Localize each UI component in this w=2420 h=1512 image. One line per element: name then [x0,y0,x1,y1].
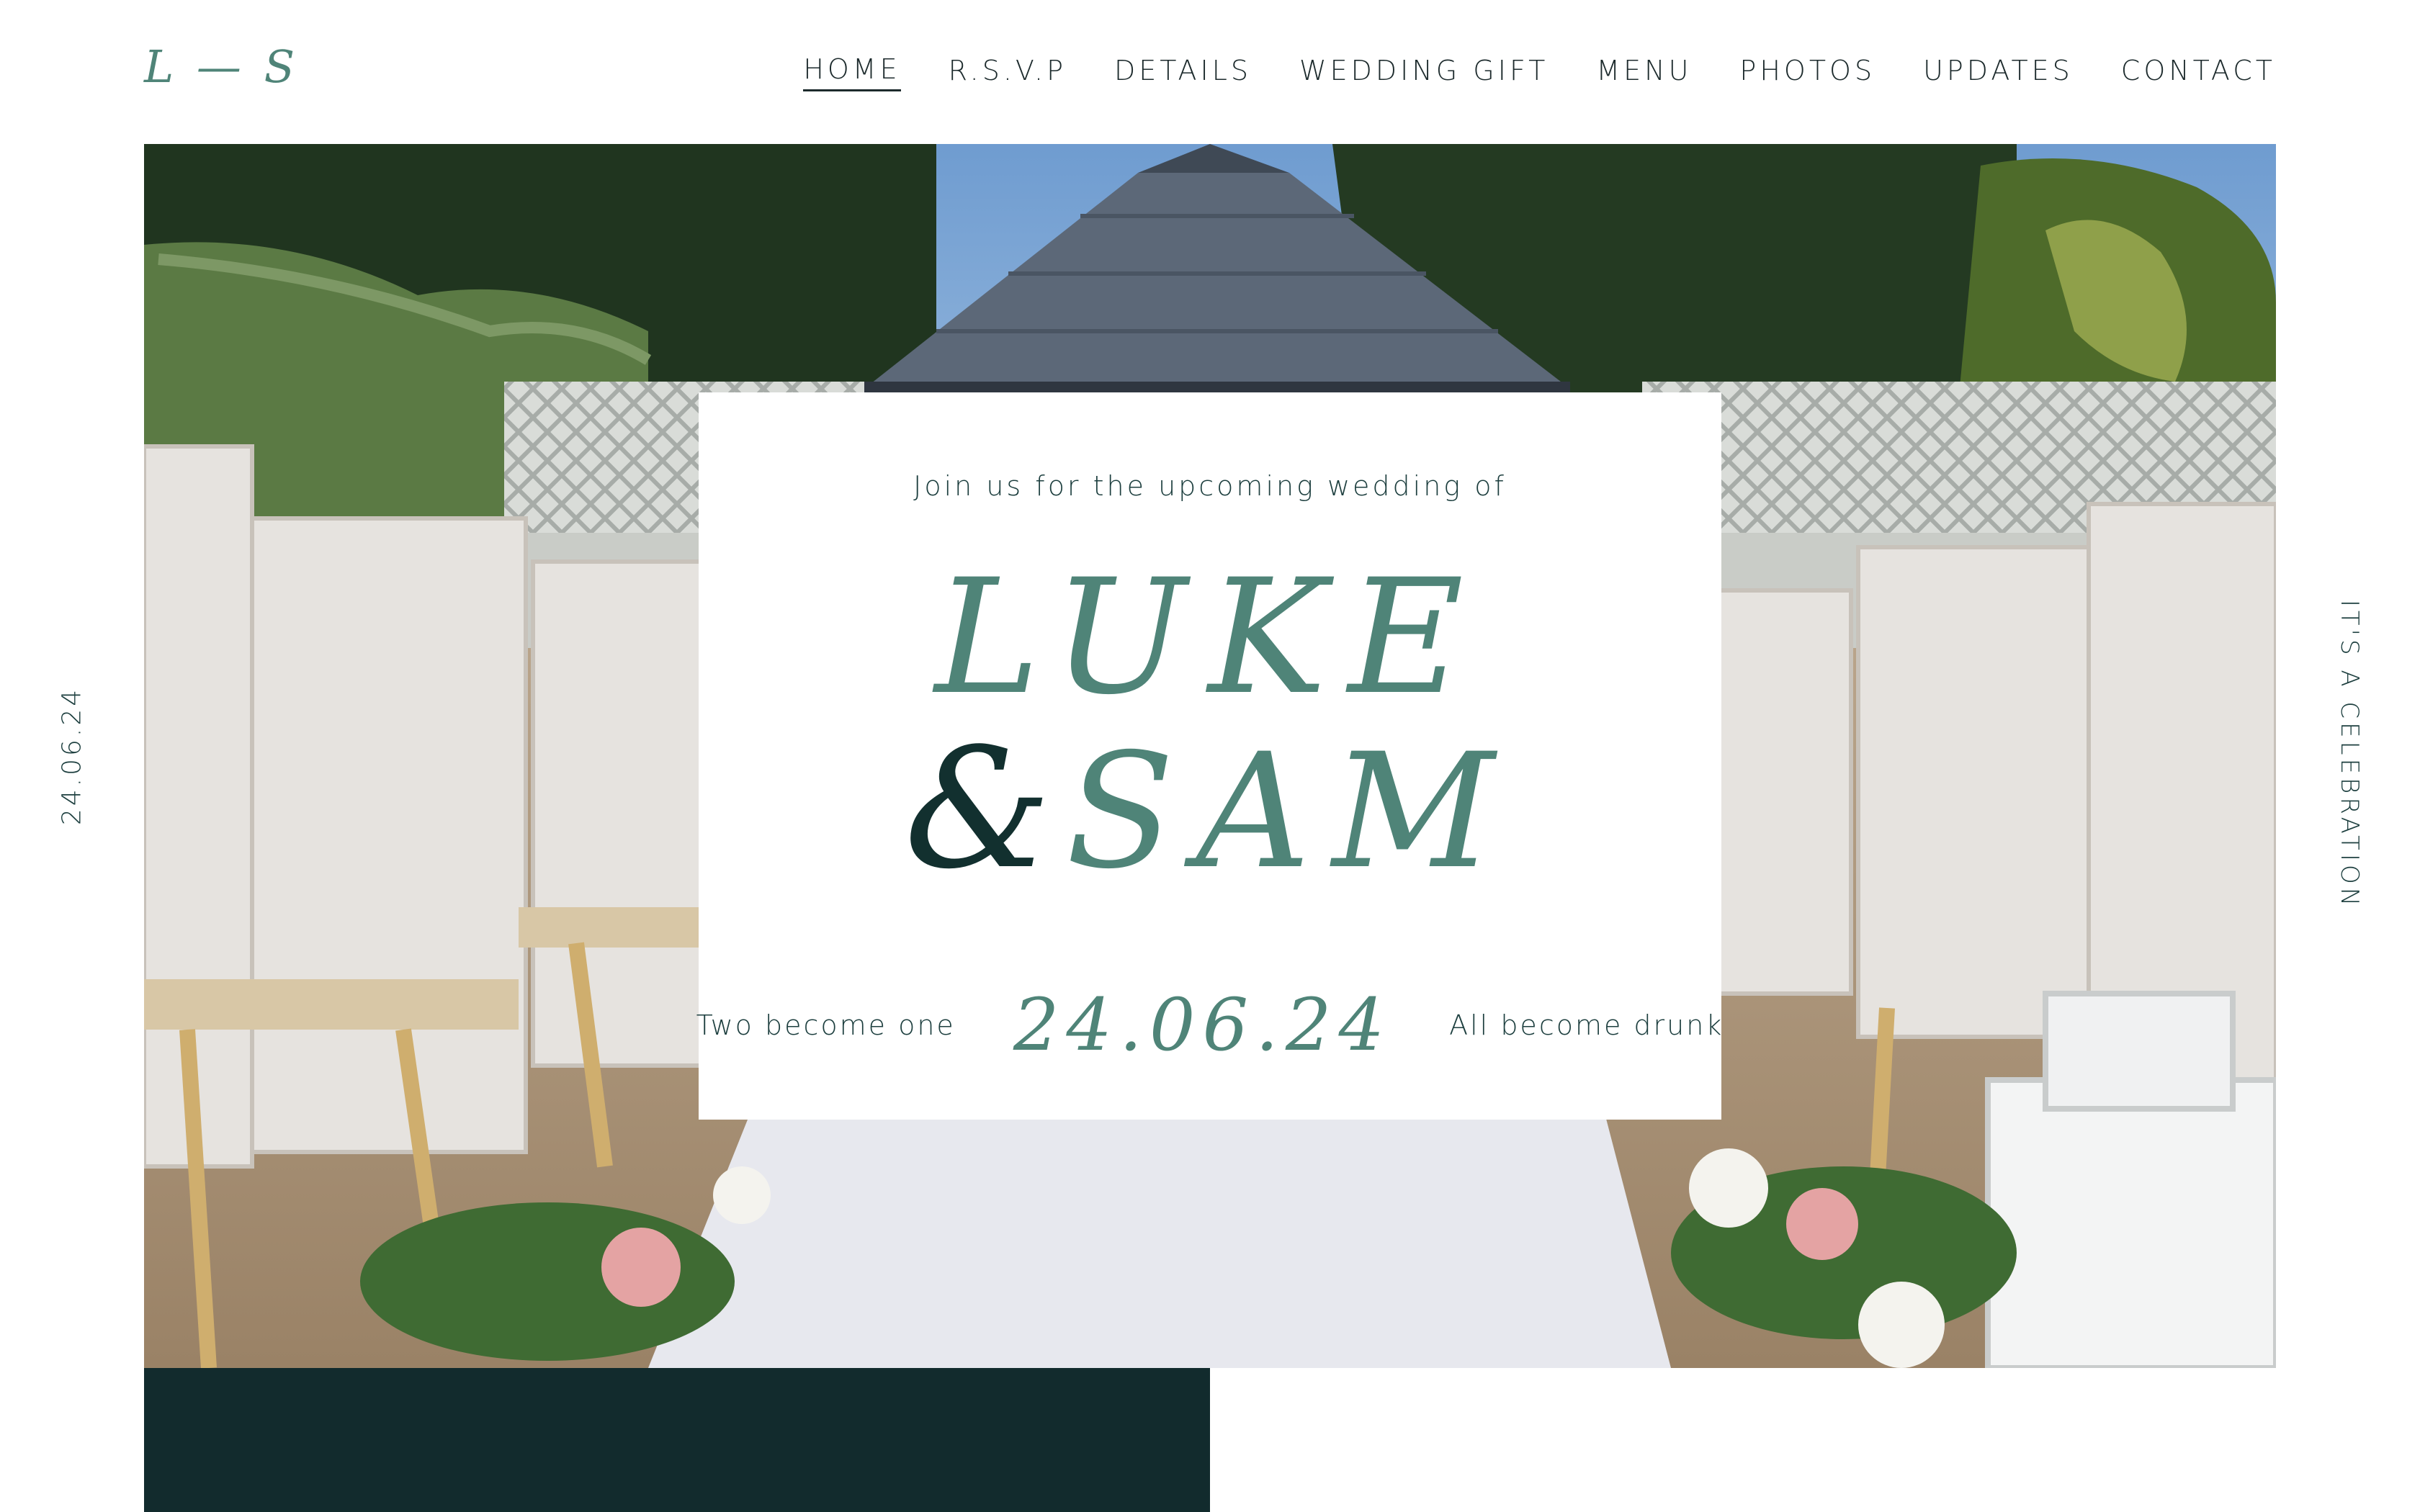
date-line: Two become one 24.06.24 All become drunk [696,983,1724,1067]
nav-photos[interactable]: PHOTOS [1739,55,1876,91]
partner-name: SAM [1065,719,1516,904]
tagline-right: All become drunk [1449,1009,1724,1041]
groom-name: LUKE [934,545,1486,729]
nav-wedding-gift[interactable]: WEDDING GIFT [1299,55,1549,91]
invitation-card: Join us for the upcoming wedding of LUKE… [696,392,1724,1120]
second-name-line: & SAM [699,727,1721,893]
invitation-intro: Join us for the upcoming wedding of [913,470,1507,502]
nav-updates[interactable]: UPDATES [1923,55,2074,91]
nav-menu[interactable]: MENU [1596,55,1692,91]
nav-home[interactable]: HOME [803,53,901,91]
tagline-left: Two become one [696,1009,956,1041]
dark-section-block [144,1368,1210,1512]
nav-rsvp[interactable]: R.S.V.P [949,55,1067,91]
ampersand: & [904,714,1052,906]
side-date-label: 24.06.24 [57,686,87,826]
wedding-date: 24.06.24 [1013,983,1392,1067]
main-nav: HOME R.S.V.P DETAILS WEDDING GIFT MENU P… [803,53,2276,91]
nav-contact[interactable]: CONTACT [2121,55,2276,91]
side-celebration-label: IT'S A CELEBRATION [2335,599,2364,910]
nav-details[interactable]: DETAILS [1114,55,1252,91]
site-logo[interactable]: L — S [144,40,299,93]
